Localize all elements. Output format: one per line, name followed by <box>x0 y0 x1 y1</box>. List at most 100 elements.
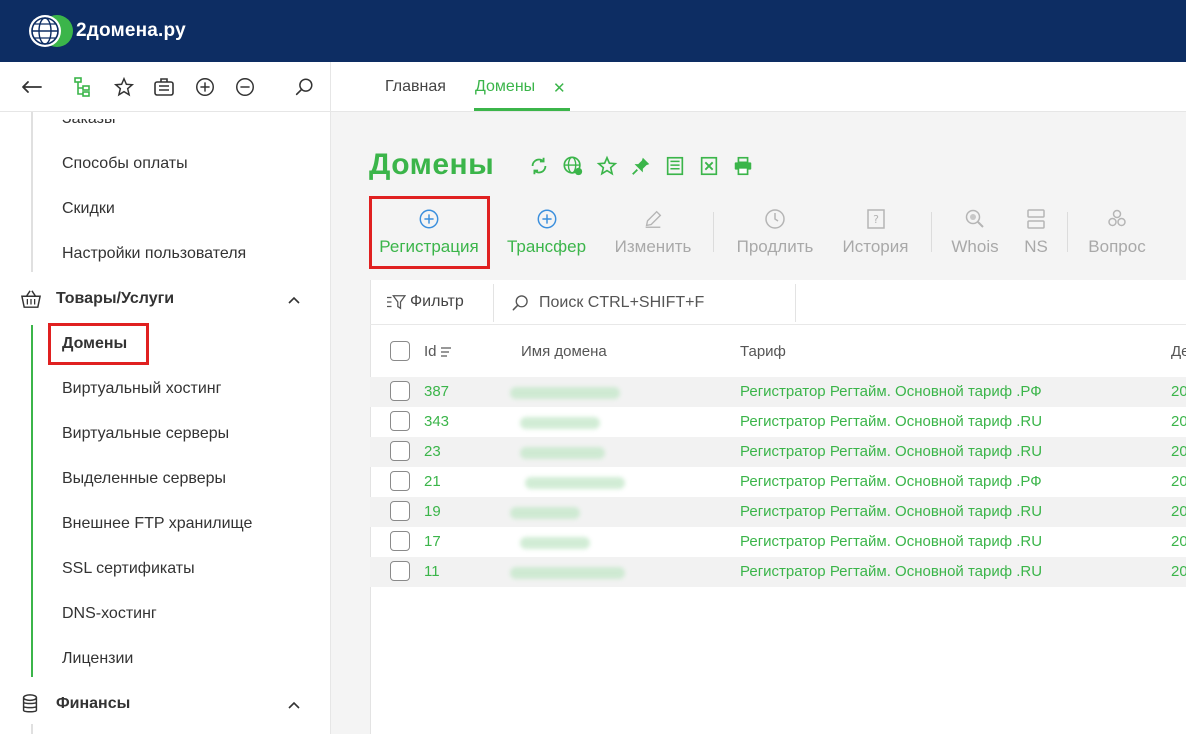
sidebar-group-label: Товары/Услуги <box>56 290 175 307</box>
blurred-domain-name <box>510 387 620 399</box>
filter-button[interactable]: Фильтр <box>386 293 464 311</box>
row-tariff[interactable]: Регистратор Регтайм. Основной тариф .RU <box>740 503 1042 520</box>
row-checkbox[interactable] <box>390 411 410 431</box>
whois-icon <box>965 209 984 228</box>
sidebar-item-payment-methods[interactable]: Способы оплаты <box>62 155 188 173</box>
row-checkbox[interactable] <box>390 531 410 551</box>
edit-button[interactable]: Изменить <box>611 206 695 257</box>
row-id[interactable]: 19 <box>424 503 441 520</box>
sidebar-item-ftp-storage[interactable]: Внешнее FTP хранилище <box>62 515 252 533</box>
sidebar-item-virtual-hosting[interactable]: Виртуальный хостинг <box>62 380 221 398</box>
star-icon[interactable] <box>112 75 136 99</box>
sidebar-item-virtual-servers[interactable]: Виртуальные серверы <box>62 425 229 443</box>
renew-button[interactable]: Продлить <box>733 206 817 257</box>
star-icon[interactable] <box>595 154 619 178</box>
sidebar-group-finance[interactable]: Финансы <box>20 693 130 715</box>
search-placeholder: Поиск CTRL+SHIFT+F <box>539 294 705 311</box>
row-checkbox[interactable] <box>390 561 410 581</box>
row-id[interactable]: 343 <box>424 413 449 430</box>
filter-label: Фильтр <box>410 293 464 310</box>
ns-label: NS <box>1024 237 1048 256</box>
blurred-domain-name <box>520 417 600 429</box>
search-field[interactable]: Поиск CTRL+SHIFT+F <box>510 293 704 313</box>
row-checkbox[interactable] <box>390 501 410 521</box>
column-header-date[interactable]: Де <box>1171 343 1186 360</box>
chevron-up-icon[interactable] <box>286 697 302 713</box>
sidebar: Заказы Способы оплаты Скидки Настройки п… <box>0 112 331 734</box>
sidebar-group-label: Финансы <box>56 695 131 712</box>
sidebar-group-goods[interactable]: Товары/Услуги <box>20 288 174 310</box>
page-title: Домены <box>369 148 495 181</box>
edit-label: Изменить <box>614 237 692 256</box>
table-row[interactable]: 343 Регистратор Регтайм. Основной тариф … <box>370 407 1186 437</box>
sidebar-item-user-settings[interactable]: Настройки пользователя <box>62 245 246 263</box>
briefcase-icon[interactable] <box>152 75 176 99</box>
tree-icon[interactable] <box>72 75 96 99</box>
search-divider <box>795 284 796 322</box>
action-divider <box>713 212 714 252</box>
select-all-checkbox[interactable] <box>390 341 410 361</box>
globe-logo-icon <box>29 15 73 47</box>
back-arrow-icon[interactable] <box>20 75 44 99</box>
table-row[interactable]: 21 Регистратор Регтайм. Основной тариф .… <box>370 467 1186 497</box>
row-tariff[interactable]: Регистратор Регтайм. Основной тариф .РФ <box>740 473 1042 490</box>
row-checkbox[interactable] <box>390 441 410 461</box>
search-icon[interactable] <box>292 75 316 99</box>
row-tariff[interactable]: Регистратор Регтайм. Основной тариф .RU <box>740 533 1042 550</box>
zoom-in-icon[interactable] <box>193 75 217 99</box>
ns-button[interactable]: NS <box>1021 206 1051 257</box>
top-header: 2домена.ру <box>0 0 1186 62</box>
blurred-domain-name <box>525 477 625 489</box>
row-checkbox[interactable] <box>390 381 410 401</box>
svg-text:?: ? <box>873 213 879 226</box>
row-id[interactable]: 23 <box>424 443 441 460</box>
history-button[interactable]: ? История <box>840 206 911 257</box>
transfer-button[interactable]: Трансфер <box>505 206 588 257</box>
tab-close-icon[interactable]: ✕ <box>553 79 566 97</box>
column-header-domain[interactable]: Имя домена <box>521 343 607 360</box>
print-icon[interactable] <box>731 154 755 178</box>
whois-button[interactable]: Whois <box>948 206 1002 257</box>
row-tariff[interactable]: Регистратор Регтайм. Основной тариф .RU <box>740 413 1042 430</box>
row-id[interactable]: 11 <box>424 563 440 580</box>
sort-icon <box>440 346 451 357</box>
sidebar-item-discounts[interactable]: Скидки <box>62 200 115 218</box>
sidebar-item-dedicated-servers[interactable]: Выделенные серверы <box>62 470 226 488</box>
sidebar-tree-line <box>31 724 33 734</box>
table-row[interactable]: 23 Регистратор Регтайм. Основной тариф .… <box>370 437 1186 467</box>
row-id[interactable]: 21 <box>424 473 441 490</box>
column-header-id[interactable]: Id <box>424 343 453 360</box>
highlight-box-domains <box>48 323 149 365</box>
row-tariff[interactable]: Регистратор Регтайм. Основной тариф .RU <box>740 443 1042 460</box>
people-icon <box>1108 209 1126 227</box>
row-date: 20 <box>1171 503 1186 520</box>
row-checkbox[interactable] <box>390 471 410 491</box>
tab-domains[interactable]: Домены <box>475 78 535 96</box>
table-row[interactable]: 11 Регистратор Регтайм. Основной тариф .… <box>370 557 1186 587</box>
row-id[interactable]: 17 <box>424 533 441 550</box>
table-row[interactable]: 387 Регистратор Регтайм. Основной тариф … <box>370 377 1186 407</box>
row-tariff[interactable]: Регистратор Регтайм. Основной тариф .РФ <box>740 383 1042 400</box>
sidebar-item-dns-hosting[interactable]: DNS-хостинг <box>62 605 157 623</box>
refresh-icon[interactable] <box>527 154 551 178</box>
excel-icon[interactable] <box>697 154 721 178</box>
pin-icon[interactable] <box>629 154 653 178</box>
sidebar-active-line <box>31 325 33 677</box>
row-tariff[interactable]: Регистратор Регтайм. Основной тариф .RU <box>740 563 1042 580</box>
sidebar-item-orders[interactable]: Заказы <box>62 119 115 128</box>
tab-home[interactable]: Главная <box>385 78 446 96</box>
question-button[interactable]: Вопрос <box>1085 206 1149 257</box>
globe-icon[interactable] <box>561 154 585 178</box>
zoom-out-icon[interactable] <box>233 75 257 99</box>
table-row[interactable]: 19 Регистратор Регтайм. Основной тариф .… <box>370 497 1186 527</box>
action-divider <box>931 212 932 252</box>
sidebar-item-licenses[interactable]: Лицензии <box>62 650 133 668</box>
row-date: 20 <box>1171 533 1186 550</box>
sidebar-item-ssl[interactable]: SSL сертификаты <box>62 560 195 578</box>
list-icon[interactable] <box>663 154 687 178</box>
table-row[interactable]: 17 Регистратор Регтайм. Основной тариф .… <box>370 527 1186 557</box>
column-header-tariff[interactable]: Тариф <box>740 343 786 360</box>
logo[interactable]: 2домена.ру <box>29 15 186 47</box>
chevron-up-icon[interactable] <box>286 292 302 308</box>
row-id[interactable]: 387 <box>424 383 449 400</box>
